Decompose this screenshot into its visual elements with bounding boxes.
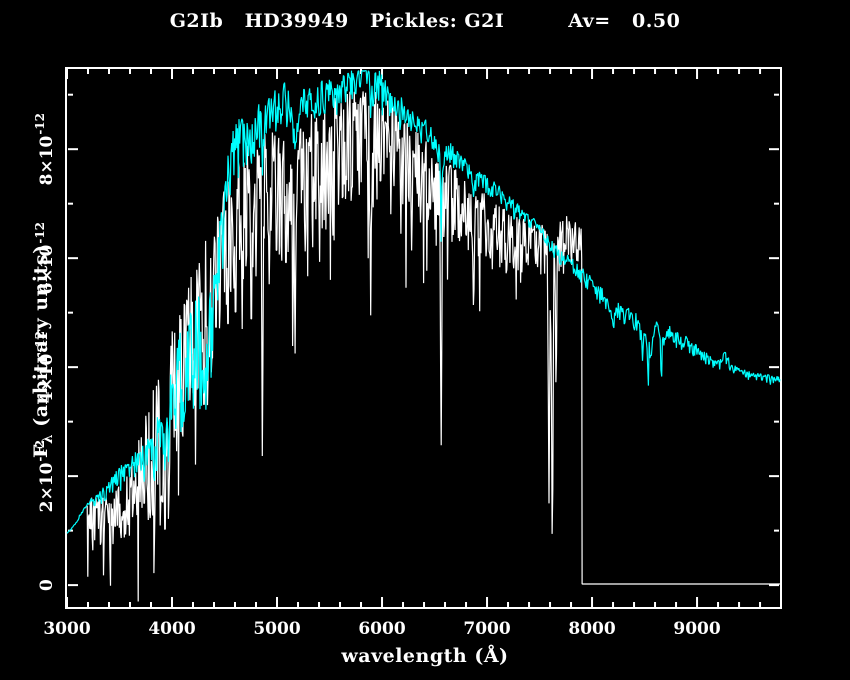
y-axis-label-rest: (arbitrary units) [30,244,52,434]
spectrum-plot: 3000 4000 5000 6000 7000 8000 900002×10-124×10… [33,67,782,639]
x-tick-label: 6000 [358,619,405,639]
spectral-plot-window: G2Ib HD39949 Pickles: G2I Av= 0.50 3000 4… [0,0,850,680]
x-tick-label: 5000 [253,619,300,639]
y-axis-label-main: F [30,444,52,458]
y-axis-label-sub: λ [39,433,56,444]
template-spectrum-line [66,70,781,534]
x-tick-label: 3000 [43,619,90,639]
x-tick-label: 7000 [463,619,510,639]
y-tick-label: 0 [37,579,57,591]
x-axis-label: wavelength (Å) [341,645,509,667]
x-tick-label: 9000 [673,619,720,639]
x-tick-label: 4000 [148,619,195,639]
x-tick-label: 8000 [568,619,615,639]
y-tick-label: 8×10-12 [33,113,57,185]
y-tick-text: 0 [37,579,57,591]
y-axis-label: Fλ (arbitrary units) [30,244,56,458]
y-tick-text: 8×10-12 [33,113,57,185]
plot-frame [65,67,782,609]
